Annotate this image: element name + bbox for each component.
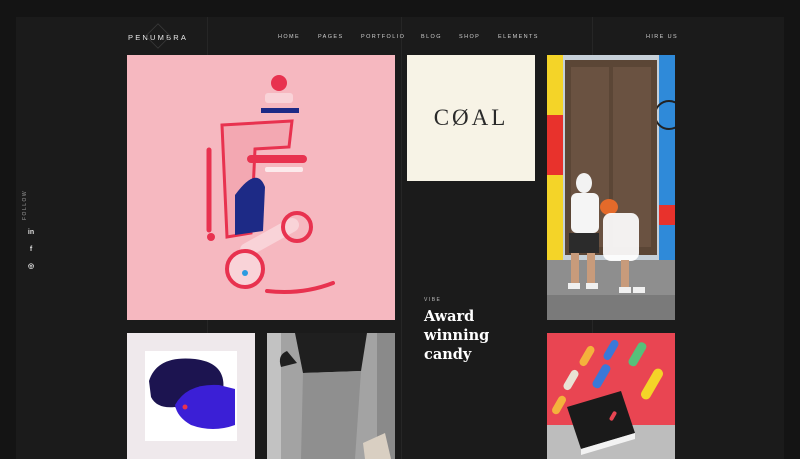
sculpture-image: [127, 55, 395, 320]
instagram-icon[interactable]: ◎: [26, 262, 36, 272]
nav-item-home[interactable]: HOME: [278, 34, 300, 40]
feature-label: VIBE: [424, 297, 442, 303]
portfolio-tile-coal[interactable]: CØAL: [407, 55, 535, 181]
nav-item-elements[interactable]: ELEMENTS: [498, 34, 539, 40]
portfolio-tile-door-photo[interactable]: [547, 55, 675, 320]
portfolio-tile-person[interactable]: [267, 333, 395, 459]
facebook-icon[interactable]: f: [26, 245, 36, 255]
headline-line: candy: [424, 346, 472, 363]
person-photo-image: [267, 333, 395, 459]
coal-logo: CØAL: [433, 105, 509, 130]
browser-frame-top: [0, 0, 800, 17]
abstract-art-image: [127, 333, 255, 459]
headline-line: Award: [424, 308, 475, 325]
headline-line: winning: [424, 327, 490, 344]
main-nav: HOME PAGES PORTFOLIO BLOG SHOP ELEMENTS …: [0, 34, 800, 44]
feature-headline[interactable]: Award winning candy: [424, 307, 524, 364]
nav-item-portfolio[interactable]: PORTFOLIO: [361, 34, 405, 40]
follow-label: FOLLOW: [22, 189, 28, 220]
nav-item-pages[interactable]: PAGES: [318, 34, 344, 40]
nav-item-shop[interactable]: SHOP: [459, 34, 480, 40]
nav-item-blog[interactable]: BLOG: [421, 34, 442, 40]
linkedin-icon[interactable]: in: [26, 228, 36, 238]
portfolio-tile-cards[interactable]: [547, 333, 675, 459]
portfolio-tile-abstract[interactable]: [127, 333, 255, 459]
hire-us-link[interactable]: HIRE US: [646, 34, 678, 40]
browser-frame-right: [784, 0, 800, 459]
browser-frame-left: [0, 0, 16, 459]
business-cards-image: [547, 333, 675, 459]
grid-divider: [401, 17, 402, 459]
portfolio-tile-pink-sculpture[interactable]: [127, 55, 395, 320]
door-photo-image: [547, 55, 675, 320]
